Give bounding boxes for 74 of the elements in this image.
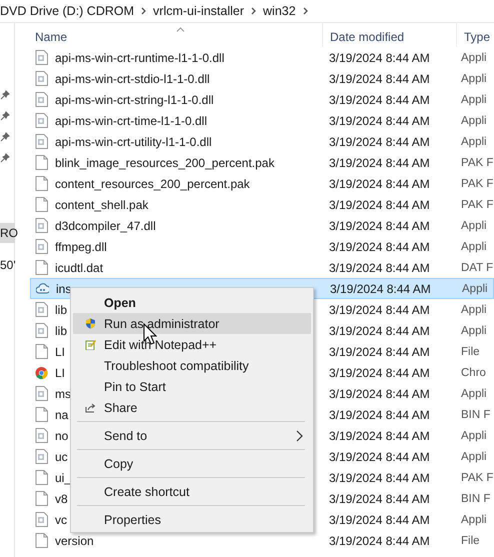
file-type: Appli — [460, 72, 487, 84]
file-name: api-ms-win-crt-string-l1-1-0.dll — [55, 92, 214, 106]
file-name: no — [55, 428, 68, 442]
file-type: DAT F — [460, 262, 494, 274]
file-name: api-ms-win-crt-utility-l1-1-0.dll — [55, 134, 212, 148]
file-type: BIN F — [460, 408, 490, 420]
file-name: ms — [55, 386, 71, 400]
file-type: Appli — [460, 514, 487, 526]
date-modified: 3/19/2024 8:44 AM — [328, 114, 431, 128]
file-type: BIN F — [460, 492, 490, 504]
column-label: Name — [35, 30, 68, 44]
date-modified: 3/19/2024 8:44 AM — [328, 240, 431, 254]
file-name: blink_image_resources_200_percent.pak — [55, 156, 274, 170]
date-modified: 3/19/2024 8:44 AM — [328, 344, 431, 358]
file-name: lib — [55, 302, 68, 316]
date-modified: 3/19/2024 8:44 AM — [328, 198, 431, 212]
column-label: Type — [464, 30, 490, 44]
date-modified: 3/19/2024 8:44 AM — [328, 512, 431, 526]
file-type: Appli — [460, 240, 487, 252]
date-modified: 3/19/2024 8:44 AM — [328, 50, 431, 64]
file-name: content_resources_200_percent.pak — [55, 176, 250, 190]
file-name: d3dcompiler_47.dll — [55, 218, 156, 232]
file-name: LI — [55, 366, 66, 380]
file-name: vc — [55, 512, 67, 526]
file-type: File — [460, 346, 480, 358]
date-modified: 3/19/2024 8:44 AM — [328, 408, 431, 422]
file-type: Appli — [460, 114, 487, 126]
file-name: uc — [55, 450, 68, 464]
file-name: lib — [55, 324, 68, 338]
date-modified: 3/19/2024 8:44 AM — [328, 324, 431, 338]
file-type: Chro — [460, 366, 486, 378]
file-name: ui_ — [55, 470, 72, 484]
file-type: Appli — [460, 94, 487, 106]
date-modified: 3/19/2024 8:44 AM — [328, 156, 431, 170]
date-modified: 3/19/2024 8:44 AM — [328, 428, 431, 442]
column-label: Date modified — [330, 30, 404, 44]
file-type: Appli — [460, 52, 487, 64]
file-type: File — [460, 534, 480, 546]
date-modified: 3/19/2024 8:44 AM — [328, 218, 431, 232]
file-type: Appli — [460, 324, 487, 336]
file-type: Appli — [460, 430, 487, 442]
date-modified: 3/19/2024 8:44 AM — [328, 176, 431, 190]
file-type: PAK F — [460, 198, 494, 210]
file-type: PAK F — [460, 178, 494, 190]
date-modified: 3/19/2024 8:44 AM — [328, 450, 431, 464]
date-modified: 3/19/2024 8:44 AM — [328, 134, 431, 148]
file-type: PAK F — [460, 156, 494, 168]
date-modified: 3/19/2024 8:44 AM — [328, 470, 431, 484]
date-modified: 3/19/2024 8:44 AM — [328, 366, 431, 380]
file-name: api-ms-win-crt-stdio-l1-1-0.dll — [55, 72, 210, 86]
file-type: Appli — [460, 388, 487, 400]
file-name: LI — [55, 344, 66, 358]
date-modified: 3/19/2024 8:44 AM — [328, 386, 431, 400]
date-modified: 3/19/2024 8:44 AM — [328, 492, 431, 506]
file-type: Appli — [461, 282, 488, 294]
file-type: Appli — [460, 304, 487, 316]
file-type: PAK F — [460, 472, 494, 484]
file-name: api-ms-win-crt-runtime-l1-1-0.dll — [55, 50, 224, 64]
date-modified: 3/19/2024 8:44 AM — [329, 282, 432, 296]
file-type: Appli — [460, 136, 487, 148]
file-name: ffmpeg.dll — [55, 240, 107, 254]
date-modified: 3/19/2024 8:44 AM — [328, 92, 431, 106]
file-type: Appli — [460, 450, 487, 462]
file-type: Appli — [460, 220, 487, 232]
date-modified: 3/19/2024 8:44 AM — [328, 260, 431, 274]
file-name: v8 — [55, 492, 68, 506]
date-modified: 3/19/2024 8:44 AM — [328, 534, 431, 548]
file-name: content_shell.pak — [55, 198, 148, 212]
file-name: icudtl.dat — [55, 260, 104, 274]
file-name: na — [55, 408, 68, 422]
file-name: version — [55, 534, 94, 548]
date-modified: 3/19/2024 8:44 AM — [328, 302, 431, 316]
file-name: api-ms-win-crt-time-l1-1-0.dll — [55, 114, 208, 128]
date-modified: 3/19/2024 8:44 AM — [328, 72, 431, 86]
